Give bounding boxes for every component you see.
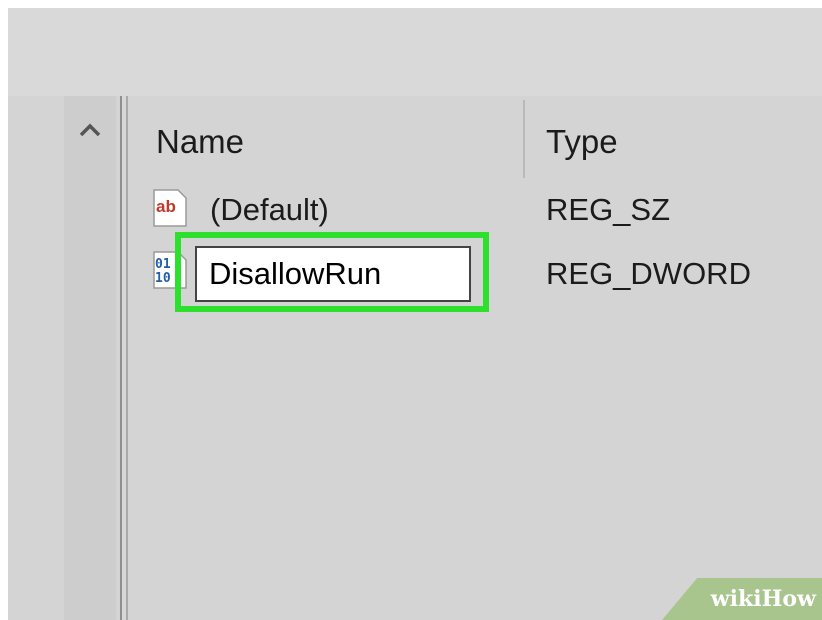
svg-text:01: 01 [155,257,171,272]
tree-scrollbar[interactable] [64,96,116,620]
pane-splitter[interactable] [120,96,128,620]
key-tree-pane [8,96,120,620]
column-header-type[interactable]: Type [546,120,618,164]
registry-editor-window: Name Type ab (Default) REG_SZ 01 10 REG_… [8,96,822,620]
toolbar-area [8,8,822,96]
rename-value-input[interactable] [195,246,471,302]
scroll-up-button[interactable] [64,108,116,152]
value-name: (Default) [210,192,329,227]
svg-text:ab: ab [156,197,176,216]
value-type: REG_SZ [546,192,671,227]
chevron-up-icon [79,123,101,137]
wikihow-watermark: wiki How [662,578,822,620]
svg-text:10: 10 [155,271,171,286]
value-type: REG_DWORD [546,256,751,291]
column-header-name[interactable]: Name [156,120,244,164]
column-divider[interactable] [523,100,525,178]
watermark-wiki: wiki [710,586,762,612]
values-list-pane: Name Type ab (Default) REG_SZ 01 10 REG_… [130,96,822,620]
string-value-icon: ab [153,189,187,227]
watermark-how: How [761,586,816,612]
